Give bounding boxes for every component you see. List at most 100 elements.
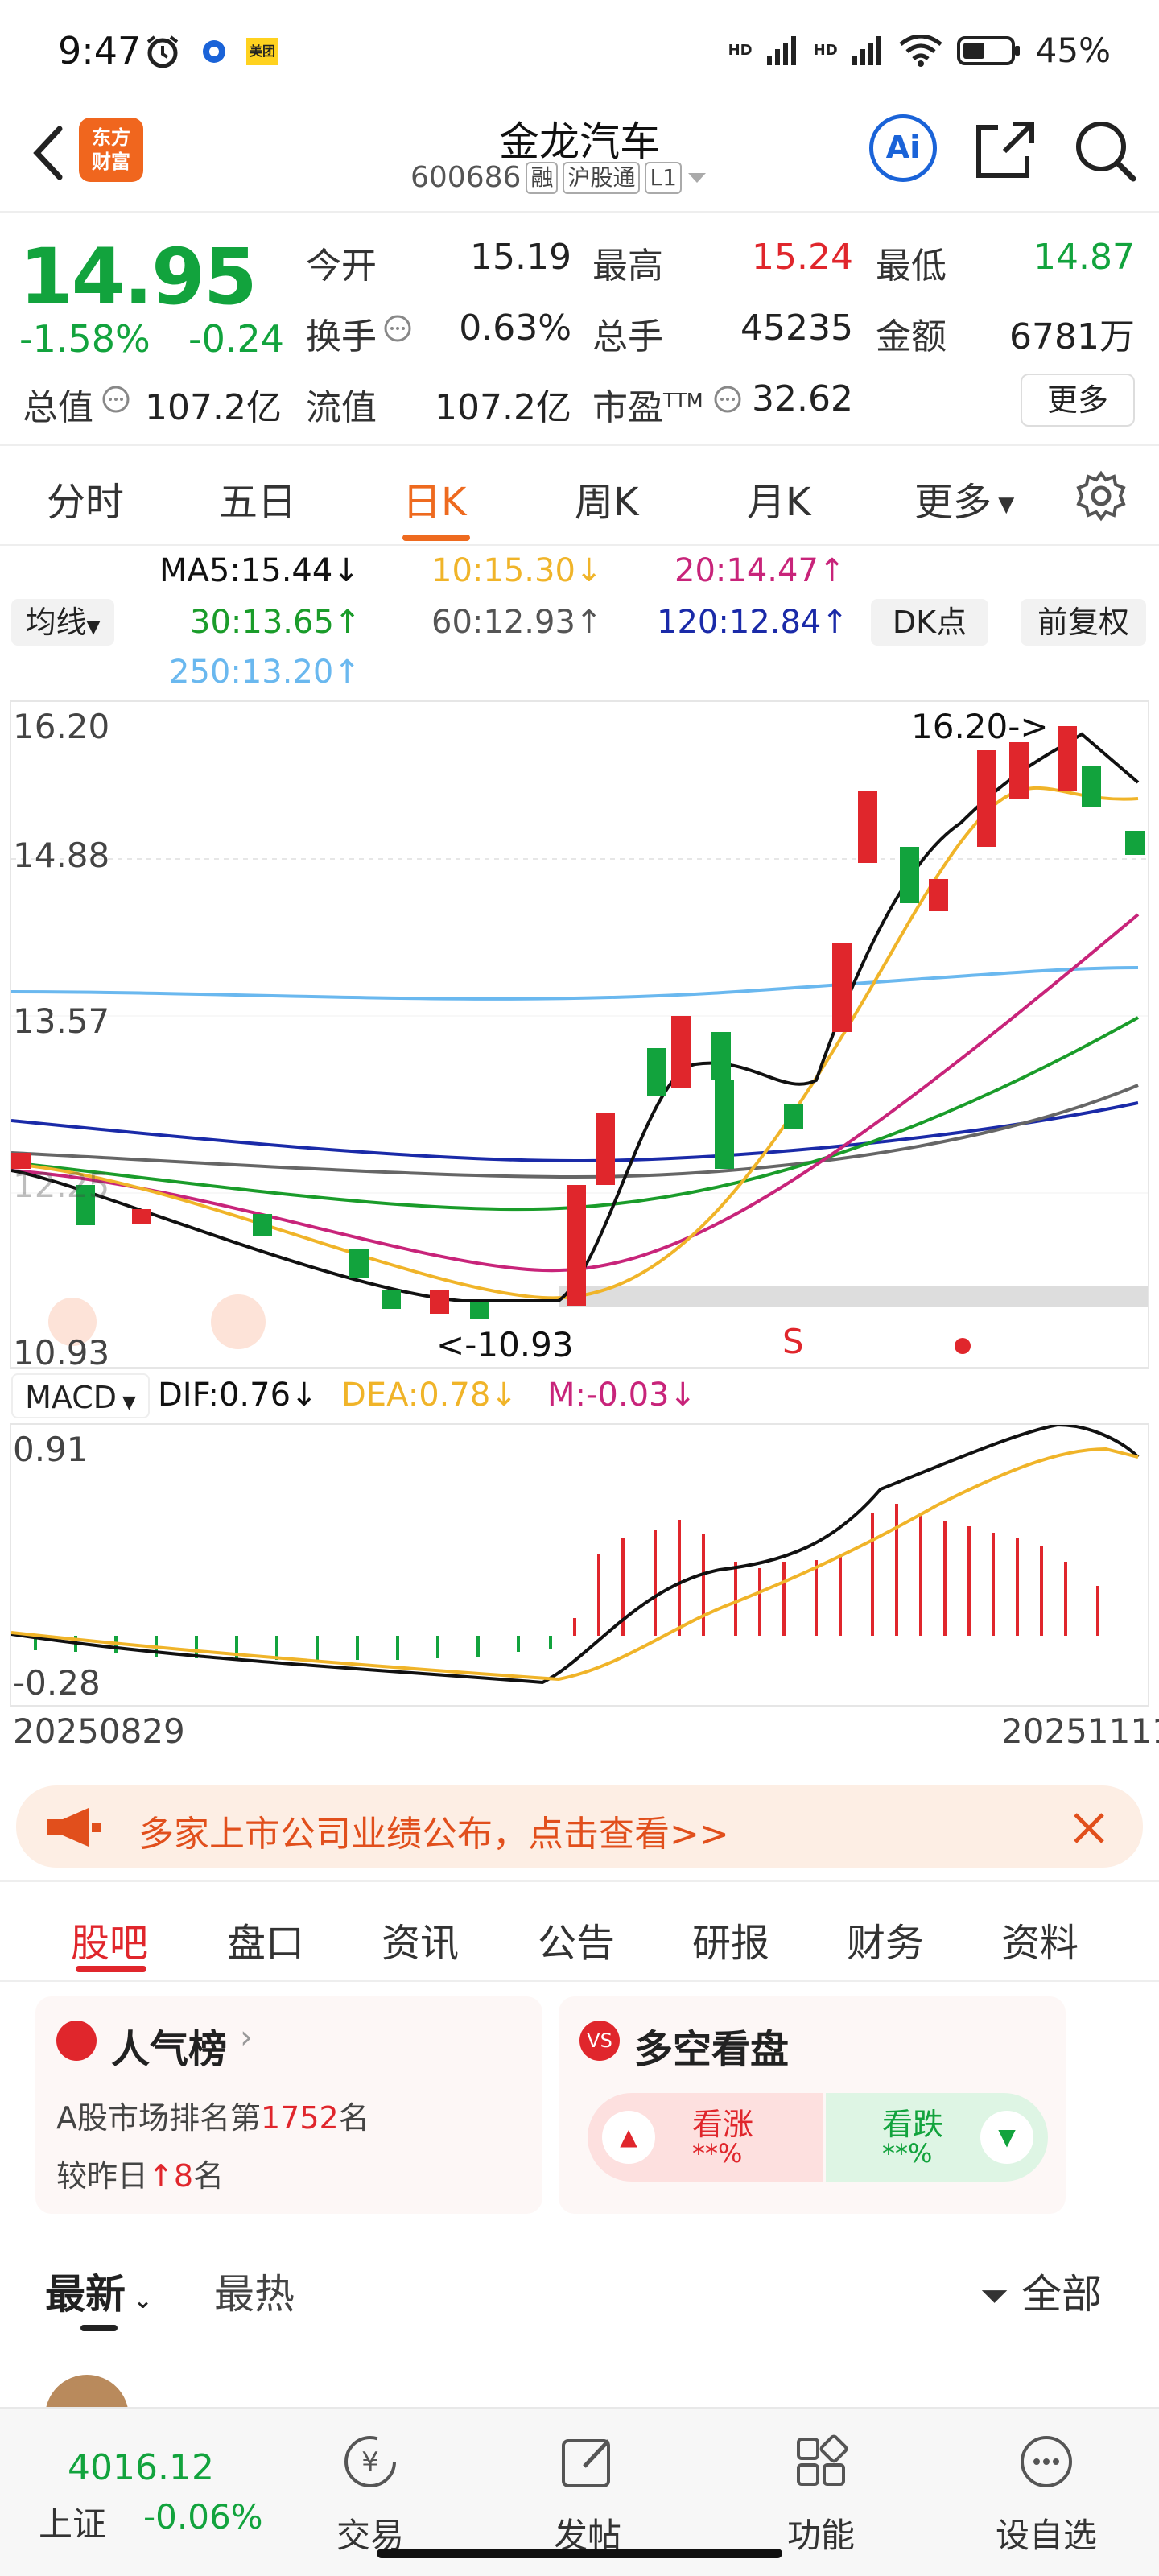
bear-button[interactable]: 看跌 **% ▼: [826, 2093, 1048, 2182]
index-name[interactable]: 上证: [39, 2497, 106, 2546]
rank-change-prefix: 较昨日: [56, 2158, 149, 2194]
tab-profile[interactable]: 资料: [1001, 1911, 1079, 1967]
low-label: 最低: [876, 246, 947, 287]
fullscreen-icon[interactable]: [211, 1294, 266, 1349]
macd-histogram-red: [573, 1504, 1099, 1636]
stock-code: 600686: [410, 161, 522, 194]
dropdown-triangle-icon: ▼: [117, 1393, 136, 1413]
tab-news[interactable]: 资讯: [382, 1911, 459, 1967]
date-end: 20251111: [1001, 1711, 1159, 1751]
adjust-button[interactable]: 前复权: [1021, 599, 1146, 646]
candle: [647, 1048, 666, 1096]
index-value[interactable]: 4016.12: [68, 2447, 214, 2488]
tab-more-label: 更多: [914, 480, 992, 525]
tab-research[interactable]: 研报: [692, 1911, 769, 1967]
tab-orderbook[interactable]: 盘口: [227, 1911, 304, 1967]
sentiment-card[interactable]: VS 多空看盘 ▲ 看涨 **% 看跌 **% ▼: [559, 1996, 1066, 2214]
tab-monthly-k[interactable]: 月K: [747, 470, 810, 526]
candle: [132, 1209, 151, 1224]
share-icon[interactable]: [971, 116, 1038, 184]
feed-tab-latest[interactable]: 最新 ⌄: [45, 2262, 152, 2320]
tab-daily-k[interactable]: 日K: [402, 470, 466, 526]
margin-tag: 融: [526, 161, 559, 194]
tab-forum[interactable]: 股吧: [71, 1911, 148, 1967]
info-icon[interactable]: [101, 385, 130, 414]
ai-assistant-button[interactable]: Ai: [869, 114, 937, 182]
tab-intraday[interactable]: 分时: [47, 470, 124, 526]
macd-selector[interactable]: MACD ▼: [11, 1373, 150, 1418]
bull-button[interactable]: ▲ 看涨 **%: [588, 2093, 823, 2182]
tab-financials[interactable]: 财务: [847, 1911, 924, 1967]
rank-change-line: 较昨日↑8名: [56, 2151, 224, 2195]
candle: [1009, 742, 1029, 799]
index-change[interactable]: -0.06%: [143, 2497, 263, 2537]
amount-label: 金额: [876, 316, 947, 357]
y-axis-mid2: 13.57: [13, 1001, 110, 1041]
status-time: 9:47: [58, 29, 142, 72]
more-quote-button[interactable]: 更多: [1021, 374, 1135, 427]
candle: [430, 1290, 449, 1314]
close-icon[interactable]: [1070, 1810, 1107, 1847]
nav-function[interactable]: 功能: [757, 2429, 885, 2557]
bull-label: 看涨: [692, 2107, 754, 2142]
turnover-value: 0.63%: [459, 308, 571, 349]
tab-announcements[interactable]: 公告: [538, 1911, 615, 1967]
high-marker: 16.20->: [911, 707, 1049, 746]
alarm-icon: [146, 35, 179, 68]
popularity-card[interactable]: 人气榜 › A股市场排名第1752名 较昨日↑8名: [35, 1996, 542, 2214]
grid-apps-icon: [797, 2434, 848, 2486]
search-icon[interactable]: [1070, 116, 1138, 184]
candle: [1082, 766, 1101, 807]
active-tab-indicator: [76, 1966, 146, 1972]
macd-selector-label: MACD: [25, 1380, 117, 1415]
indicator-selector[interactable]: 均线▼: [11, 599, 114, 646]
ma5-value: MA5:15.44↓: [159, 552, 360, 589]
price-band: [559, 1286, 1148, 1307]
tab-five-day[interactable]: 五日: [219, 470, 296, 526]
mktcap-label: 总值: [23, 387, 93, 428]
status-bar: 9:47 美团 HD HD 45%: [0, 0, 1159, 105]
svg-text:¥: ¥: [361, 2446, 379, 2479]
m-value: M:-0.03↓: [547, 1377, 696, 1414]
nav-watchlist[interactable]: 设自选: [982, 2429, 1111, 2557]
feed-tab-hottest[interactable]: 最热: [214, 2262, 295, 2320]
feed-filter[interactable]: ⏷ 全部: [980, 2262, 1102, 2320]
ma30-value: 30:13.65↑: [190, 604, 361, 641]
candles: [11, 726, 1145, 1319]
tab-weekly-k[interactable]: 周K: [575, 470, 638, 526]
stock-subtitle: 600686 融 沪股通 L1: [410, 161, 707, 194]
dropdown-triangle-icon[interactable]: [687, 170, 707, 186]
hgt-tag: 沪股通: [563, 161, 641, 194]
kline-chart[interactable]: 16.20 14.88 13.57 12.25 10.93 16.20-> <-…: [10, 700, 1149, 1373]
candle: [1058, 726, 1077, 791]
dk-point-button[interactable]: DK点: [871, 599, 988, 646]
candle: [1125, 831, 1145, 855]
macd-chart[interactable]: 0.91 -0.28: [10, 1422, 1149, 1707]
pe-value: 32.62: [752, 378, 853, 419]
nav-post[interactable]: 发帖: [523, 2429, 652, 2557]
quote-panel: 14.95 -1.58% -0.24 今开 15.19 最高 15.24 最低 …: [0, 211, 1159, 444]
meituan-icon: 美团: [246, 38, 278, 65]
ma30-line: [10, 1016, 1139, 1212]
info-icon[interactable]: [383, 314, 412, 343]
level-tag[interactable]: L1: [645, 161, 682, 194]
change-amount: -0.24: [188, 317, 285, 361]
current-price: 14.95: [19, 232, 258, 322]
info-icon[interactable]: [713, 385, 742, 414]
rank-value: 1752: [261, 2100, 339, 2136]
signal-hd-label: HD: [728, 42, 753, 59]
announcement-banner[interactable]: 多家上市公司业绩公布，点击查看>>: [16, 1785, 1143, 1868]
y-axis-bottom: 10.93: [13, 1333, 110, 1373]
ma20-value: 20:14.47↑: [674, 552, 846, 589]
settings-gear-icon[interactable]: [1074, 469, 1128, 523]
more-dots-icon: [1021, 2436, 1072, 2487]
signal-icon: [766, 35, 796, 65]
tab-more[interactable]: 更多 ▼: [914, 470, 1014, 526]
edit-post-icon: [562, 2439, 610, 2487]
feed-latest-label: 最新: [45, 2271, 126, 2318]
candle: [349, 1249, 369, 1278]
nav-trade[interactable]: ¥ 交易: [306, 2429, 435, 2557]
app-notification-icon: [203, 40, 225, 63]
chevron-down-icon: ▼: [992, 493, 1015, 517]
rank-suffix: 名: [338, 2100, 369, 2136]
